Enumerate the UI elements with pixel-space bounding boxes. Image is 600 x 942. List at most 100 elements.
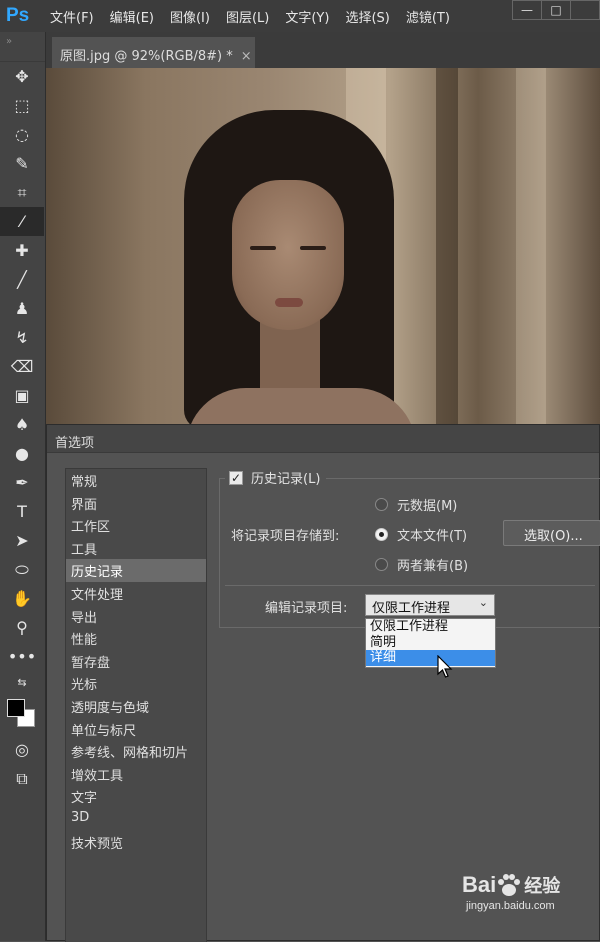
category-item[interactable]: 光标 (66, 672, 206, 695)
path-select-tool-icon[interactable]: ➤ (0, 526, 44, 555)
category-item[interactable]: 技术预览 (66, 831, 206, 854)
foreground-color-swatch[interactable] (7, 699, 25, 717)
category-item[interactable]: 3D (66, 808, 206, 831)
document-tab-title: 原图.jpg @ 92%(RGB/8#) * (60, 49, 233, 64)
eraser-tool-icon[interactable]: ⌫ (0, 352, 44, 381)
document-tab-bar: 原图.jpg @ 92%(RGB/8#) * × (46, 32, 600, 68)
menu-file[interactable]: 文件(F) (50, 7, 94, 26)
radio-metadata-button[interactable] (375, 498, 388, 511)
history-checkbox-row[interactable]: ✓ 历史记录(L) (225, 468, 327, 487)
quick-select-tool-icon[interactable]: ✎ (0, 149, 44, 178)
category-item[interactable]: 单位与标尺 (66, 718, 206, 741)
type-tool-icon[interactable]: T (0, 497, 44, 526)
lasso-tool-icon[interactable]: ◌ (0, 120, 44, 149)
radio-metadata-label: 元数据(M) (397, 499, 458, 514)
menu-layer[interactable]: 图层(L) (226, 7, 269, 26)
hand-tool-icon[interactable]: ✋ (0, 584, 44, 613)
edit-log-select[interactable]: 仅限工作进程 ⌄ (365, 594, 495, 616)
tool-list: ✥ ⬚ ◌ ✎ ⌗ ⁄ ✚ ╱ ♟ ↯ ⌫ ▣ ♠ ● ✒ T ➤ ⬭ ✋ ⚲ ••• (0, 62, 45, 671)
more-tools-icon[interactable]: ••• (0, 642, 44, 671)
radio-text-file-button[interactable] (375, 528, 388, 541)
dialog-title-bar[interactable]: 首选项 (47, 425, 599, 453)
gradient-tool-icon[interactable]: ▣ (0, 381, 44, 410)
category-item[interactable]: 文件处理 (66, 582, 206, 605)
menu-image[interactable]: 图像(I) (170, 7, 210, 26)
category-item[interactable]: 历史记录 (66, 559, 206, 582)
photo-lips (275, 298, 303, 307)
swap-colors-icon[interactable]: ⇆ (0, 671, 44, 693)
dodge-tool-icon[interactable]: ● (0, 439, 44, 468)
quick-mask-icon[interactable]: ◎ (0, 735, 44, 764)
menu-edit[interactable]: 编辑(E) (110, 7, 154, 26)
category-item[interactable]: 文字 (66, 785, 206, 808)
eyedropper-tool-icon[interactable]: ⁄ (0, 207, 44, 236)
healing-tool-icon[interactable]: ✚ (0, 236, 44, 265)
dialog-title: 首选项 (55, 436, 95, 451)
radio-both-label: 两者兼有(B) (397, 559, 469, 574)
radio-both-button[interactable] (375, 558, 388, 571)
zoom-tool-icon[interactable]: ⚲ (0, 613, 44, 642)
close-tab-icon[interactable]: × (241, 49, 252, 64)
photo-face (232, 180, 344, 330)
history-checkbox[interactable]: ✓ (229, 470, 243, 485)
category-item[interactable]: 暂存盘 (66, 650, 206, 673)
edit-log-dropdown: 仅限工作进程 简明 详细 (365, 618, 496, 668)
category-item[interactable]: 增效工具 (66, 763, 206, 786)
mouse-cursor-icon (437, 655, 453, 678)
radio-metadata[interactable]: 元数据(M) (375, 495, 457, 514)
minimize-button[interactable]: — (512, 0, 542, 20)
category-item[interactable]: 参考线、网格和切片 (66, 740, 206, 763)
photo-eye (300, 246, 326, 250)
radio-both[interactable]: 两者兼有(B) (375, 555, 468, 574)
menu-type[interactable]: 文字(Y) (285, 7, 329, 26)
panel-collapse-icon[interactable]: » (0, 32, 45, 62)
watermark-brand-suffix: 经验 (524, 876, 561, 896)
category-item[interactable]: 界面 (66, 492, 206, 515)
preferences-category-list: 常规 界面 工作区 工具 历史记录 文件处理 导出 性能 暂存盘 光标 透明度与色域 单位与标尺 参考线… (65, 468, 207, 942)
watermark-url: jingyan.baidu.com (466, 900, 555, 912)
category-item[interactable]: 工具 (66, 537, 206, 560)
save-to-label: 将记录项目存储到: (231, 529, 340, 544)
category-item[interactable]: 导出 (66, 605, 206, 628)
curtain-fold (516, 68, 546, 428)
history-checkbox-label: 历史记录(L) (251, 472, 321, 487)
watermark-brand: Bai (462, 872, 497, 897)
menu-filter[interactable]: 滤镜(T) (406, 7, 450, 26)
menu-select[interactable]: 选择(S) (345, 7, 389, 26)
window-control-extra[interactable] (570, 0, 600, 20)
category-item[interactable]: 常规 (66, 469, 206, 492)
shape-tool-icon[interactable]: ⬭ (0, 555, 44, 584)
paw-icon (498, 874, 521, 896)
blur-tool-icon[interactable]: ♠ (0, 410, 44, 439)
dropdown-option-detailed[interactable]: 详细 (366, 650, 495, 666)
choose-file-button[interactable]: 选取(O)... (503, 520, 600, 546)
document-tab[interactable]: 原图.jpg @ 92%(RGB/8#) * × (52, 37, 255, 68)
tools-panel: » ✥ ⬚ ◌ ✎ ⌗ ⁄ ✚ ╱ ♟ ↯ ⌫ ▣ ♠ ● ✒ T ➤ ⬭ ✋ ⚲ ••• ⇆ ◎ ⧉ (0, 32, 46, 941)
marquee-tool-icon[interactable]: ⬚ (0, 91, 44, 120)
baidu-watermark: Bai 经验 jingyan.baidu.com (462, 872, 560, 912)
chevron-down-icon: ⌄ (478, 596, 488, 609)
photo-eye (250, 246, 276, 250)
screen-mode-icon[interactable]: ⧉ (0, 764, 44, 793)
brush-tool-icon[interactable]: ╱ (0, 265, 44, 294)
photo-shoulders (186, 388, 416, 428)
menu-items: 文件(F) 编辑(E) 图像(I) 图层(L) 文字(Y) 选择(S) 滤镜(T… (50, 7, 466, 26)
preferences-dialog: 首选项 常规 界面 工作区 工具 历史记录 文件处理 导出 性能 暂存盘 光标 透明度与色域 单位与标… (46, 424, 600, 942)
crop-tool-icon[interactable]: ⌗ (0, 178, 44, 207)
radio-text-file-label: 文本文件(T) (397, 529, 468, 544)
edit-log-label: 编辑记录项目: (265, 601, 348, 616)
category-item[interactable]: 工作区 (66, 514, 206, 537)
maximize-button[interactable]: □ (541, 0, 571, 20)
document-canvas[interactable] (46, 68, 600, 428)
history-brush-tool-icon[interactable]: ↯ (0, 323, 44, 352)
radio-text-file[interactable]: 文本文件(T) (375, 525, 467, 544)
menu-bar: Ps 文件(F) 编辑(E) 图像(I) 图层(L) 文字(Y) 选择(S) 滤… (0, 0, 600, 32)
move-tool-icon[interactable]: ✥ (0, 62, 44, 91)
pen-tool-icon[interactable]: ✒ (0, 468, 44, 497)
dropdown-option-concise[interactable]: 简明 (366, 635, 495, 651)
dropdown-option-session-only[interactable]: 仅限工作进程 (366, 619, 495, 635)
category-item[interactable]: 透明度与色域 (66, 695, 206, 718)
stamp-tool-icon[interactable]: ♟ (0, 294, 44, 323)
section-divider (225, 585, 595, 586)
category-item[interactable]: 性能 (66, 627, 206, 650)
